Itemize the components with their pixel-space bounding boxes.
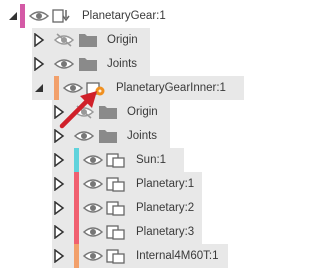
component-icon <box>106 176 128 192</box>
component-link-icon <box>52 8 74 24</box>
component-icon <box>106 224 128 240</box>
eye-icon[interactable] <box>63 80 83 96</box>
collapse-triangle-icon[interactable] <box>32 32 46 48</box>
eye-hidden-icon[interactable] <box>74 104 94 120</box>
tree-row-joints[interactable]: Joints <box>32 52 150 76</box>
eye-icon[interactable] <box>83 224 103 240</box>
tree-row-label: Internal4M60T:1 <box>136 250 219 262</box>
tree-row-origin-inner[interactable]: Origin <box>52 100 170 124</box>
folder-icon <box>77 32 99 48</box>
tree-row-joints-inner[interactable]: Joints <box>52 124 170 148</box>
tree-row-sun[interactable]: Sun:1 <box>52 148 184 172</box>
tree-row-planetarygear[interactable]: PlanetaryGear:1 <box>6 4 244 28</box>
collapse-triangle-icon[interactable] <box>52 224 66 240</box>
tree-row-label: Origin <box>127 106 158 118</box>
tree-row-label: Planetary:2 <box>136 202 195 214</box>
collapse-triangle-icon[interactable] <box>52 200 66 216</box>
tree-row-planetary-3[interactable]: Planetary:3 <box>52 220 202 244</box>
component-color-strip <box>74 244 79 268</box>
expand-triangle-icon[interactable] <box>32 80 46 96</box>
folder-icon <box>97 128 119 144</box>
folder-icon <box>77 56 99 72</box>
eye-icon[interactable] <box>83 152 103 168</box>
eye-icon[interactable] <box>29 8 49 24</box>
collapse-triangle-icon[interactable] <box>52 248 66 264</box>
folder-icon <box>97 104 119 120</box>
collapse-triangle-icon[interactable] <box>52 152 66 168</box>
component-icon <box>106 152 128 168</box>
component-color-strip <box>74 148 79 172</box>
eye-icon[interactable] <box>83 176 103 192</box>
eye-hidden-icon[interactable] <box>54 32 74 48</box>
tree-row-label: Planetary:3 <box>136 226 195 238</box>
tree-row-label: Planetary:1 <box>136 178 195 190</box>
tree-row-planetarygearinner[interactable]: PlanetaryGearInner:1 <box>32 76 244 100</box>
tree-row-planetary-2[interactable]: Planetary:2 <box>52 196 202 220</box>
component-color-strip <box>74 172 79 196</box>
component-active-icon <box>86 80 108 96</box>
tree-row-label: Sun:1 <box>136 154 167 166</box>
eye-icon[interactable] <box>54 56 74 72</box>
collapse-triangle-icon[interactable] <box>32 56 46 72</box>
expand-triangle-icon[interactable] <box>6 8 20 24</box>
eye-icon[interactable] <box>83 248 103 264</box>
tree-row-origin[interactable]: Origin <box>32 28 150 52</box>
tree-row-label: Joints <box>127 130 158 142</box>
tree-row-label: PlanetaryGear:1 <box>82 10 166 22</box>
component-color-strip <box>74 220 79 244</box>
component-icon <box>106 248 128 264</box>
eye-icon[interactable] <box>83 200 103 216</box>
collapse-triangle-icon[interactable] <box>52 176 66 192</box>
browser-tree: PlanetaryGear:1 Origin Joints PlanetaryG… <box>0 0 250 276</box>
tree-row-label: Origin <box>107 34 138 46</box>
tree-row-internal4m60t[interactable]: Internal4M60T:1 <box>52 244 228 268</box>
component-icon <box>106 200 128 216</box>
component-color-strip <box>20 4 25 28</box>
tree-row-label: PlanetaryGearInner:1 <box>116 82 226 94</box>
tree-row-label: Joints <box>107 58 138 70</box>
eye-icon[interactable] <box>74 128 94 144</box>
component-color-strip <box>74 196 79 220</box>
tree-row-planetary-1[interactable]: Planetary:1 <box>52 172 202 196</box>
collapse-triangle-icon[interactable] <box>52 104 66 120</box>
collapse-triangle-icon[interactable] <box>52 128 66 144</box>
component-color-strip <box>54 76 59 100</box>
